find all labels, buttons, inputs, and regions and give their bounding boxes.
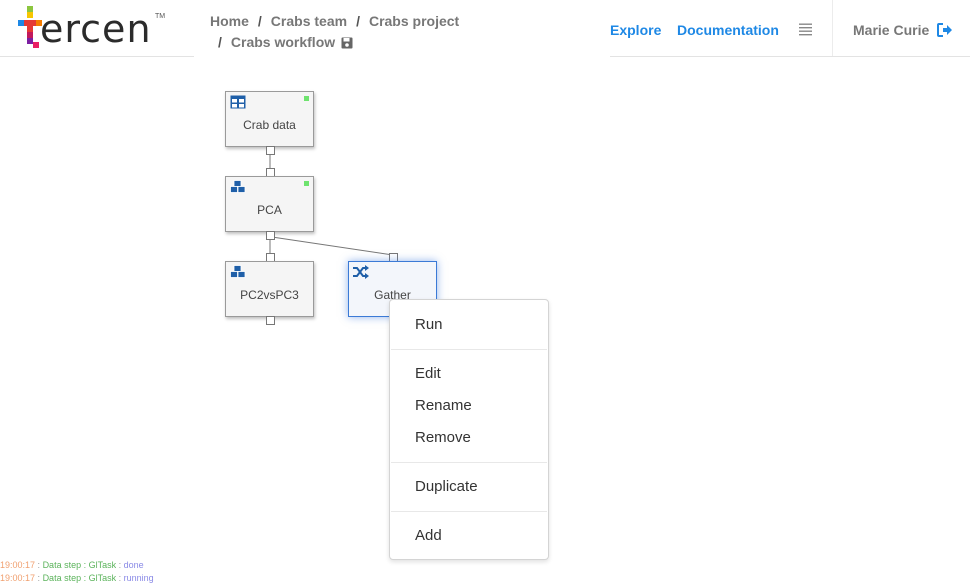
context-menu-remove[interactable]: Remove [390,425,548,451]
context-menu-edit[interactable]: Edit [390,361,548,387]
breadcrumb-project[interactable]: Crabs project [369,11,459,32]
header-divider [832,0,833,57]
tercen-logo[interactable]: ercen TM [18,4,168,50]
link-pca-gather [271,236,394,256]
breadcrumb-workflow: Crabs workflow [230,34,336,50]
breadcrumb-separator: / [356,13,360,29]
hamburger-menu-icon[interactable] [799,23,812,36]
status-done-indicator [304,181,309,186]
logo-text: ercen [40,7,152,51]
save-icon[interactable] [341,37,353,49]
breadcrumb-home[interactable]: Home [210,11,249,32]
context-menu-run[interactable]: Run [390,312,548,338]
shuffle-icon [353,265,369,279]
node-label: PCA [257,203,282,217]
breadcrumb: Home / Crabs team / Crabs project / Crab… [210,11,459,53]
workflow-node-pca[interactable]: PCA [225,176,314,232]
task-log: 19:00:17 : Data step : GlTask : done 19:… [0,559,154,585]
log-step: Data step : GlTask [42,560,117,570]
log-entry: 19:00:17 : Data step : GlTask : done [0,560,144,570]
menu-divider [391,511,547,512]
log-step: Data step : GlTask [42,573,117,583]
breadcrumb-separator: / [218,34,222,50]
logo-trademark: TM [155,13,166,20]
nav-explore-link[interactable]: Explore [610,22,661,38]
log-entry: 19:00:17 : Data step : GlTask : running [0,573,154,583]
log-time: 19:00:17 [0,560,36,570]
cubes-icon [230,180,246,193]
logo-cross-icon [18,6,42,48]
menu-divider [391,462,547,463]
node-label: Crab data [243,118,296,132]
menu-divider [391,349,547,350]
breadcrumb-separator: / [257,13,262,29]
workflow-node-crab-data[interactable]: Crab data [225,91,314,147]
logout-icon[interactable] [937,23,953,37]
nav-documentation-link[interactable]: Documentation [677,22,779,38]
cubes-icon [230,265,246,278]
output-port[interactable] [266,231,275,240]
user-name[interactable]: Marie Curie [853,22,929,38]
workflow-node-pc2vspc3[interactable]: PC2vsPC3 [225,261,314,317]
output-port[interactable] [266,316,275,325]
context-menu: Run Edit Rename Remove Duplicate Add [389,299,549,560]
output-port[interactable] [266,146,275,155]
status-done-indicator [304,96,309,101]
context-menu-add[interactable]: Add [390,523,548,549]
node-label: PC2vsPC3 [240,288,299,302]
log-status: done [123,560,144,570]
context-menu-duplicate[interactable]: Duplicate [390,474,548,500]
app-header: ercen TM Home / Crabs team / Crabs proje… [0,0,970,57]
table-icon [230,95,246,109]
log-time: 19:00:17 [0,573,36,583]
context-menu-rename[interactable]: Rename [390,393,548,419]
breadcrumb-team[interactable]: Crabs team [271,11,347,32]
log-status: running [123,573,154,583]
